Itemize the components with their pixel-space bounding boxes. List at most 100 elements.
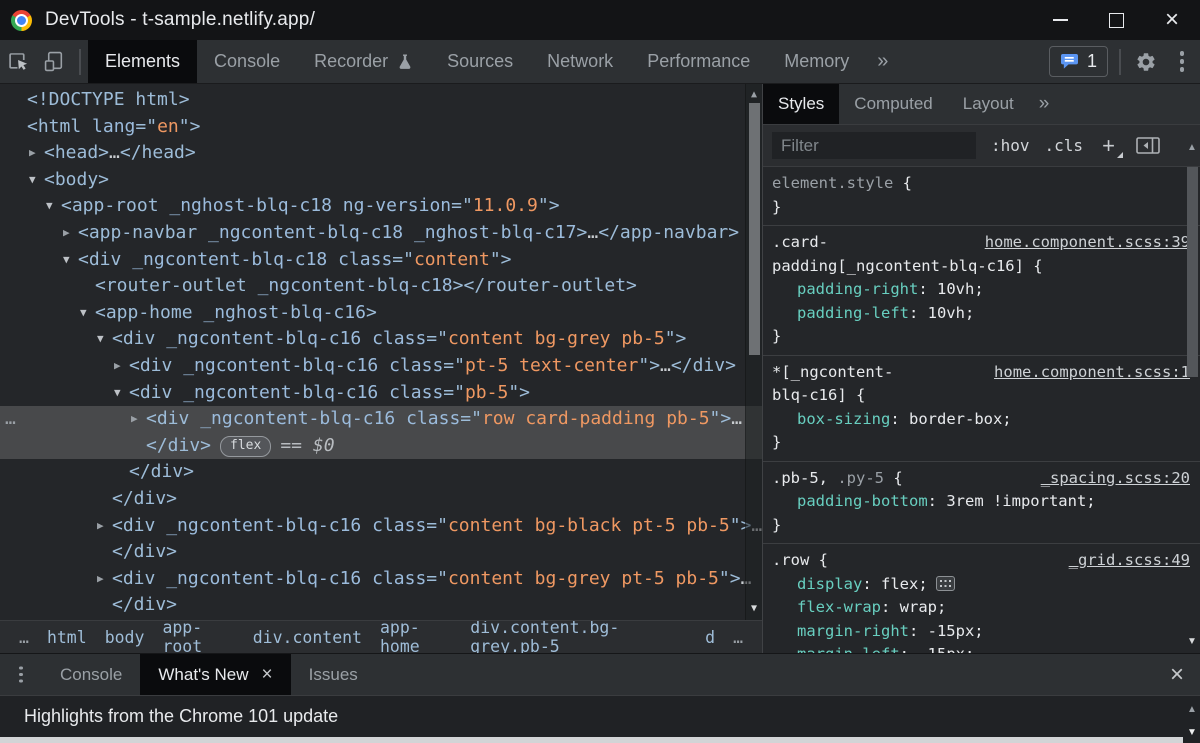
scroll-up-icon[interactable]: ▲ xyxy=(746,89,762,101)
style-rule[interactable]: element.style {} xyxy=(763,167,1200,226)
collapse-arrow-icon[interactable]: ▼ xyxy=(114,380,129,407)
toggle-device-toolbar-button[interactable] xyxy=(36,40,72,83)
close-drawer-button[interactable]: × xyxy=(1154,654,1200,695)
more-tabs-button[interactable]: » xyxy=(866,40,899,83)
close-tab-icon[interactable]: × xyxy=(262,665,273,684)
tab-network[interactable]: Network xyxy=(530,40,630,83)
breadcrumb-item-d[interactable]: d xyxy=(705,628,715,647)
tree-row[interactable]: ▶<div _ngcontent-blq-c16 class="content … xyxy=(0,566,762,593)
breadcrumb-item-app-home[interactable]: app-home xyxy=(380,620,452,653)
scroll-up-icon[interactable]: ▲ xyxy=(1184,142,1200,154)
style-rule[interactable]: .card-home.component.scss:39padding[_ngc… xyxy=(763,226,1200,356)
css-declaration[interactable]: display: flex; xyxy=(772,573,1190,597)
collapse-arrow-icon[interactable]: ▼ xyxy=(80,300,95,327)
collapse-arrow-icon[interactable]: ▼ xyxy=(63,247,78,274)
tree-row[interactable]: ▼<div _ngcontent-blq-c18 class="content"… xyxy=(0,247,762,274)
tree-row[interactable]: </div> xyxy=(0,592,762,619)
css-declaration[interactable]: padding-left: 10vh; xyxy=(772,302,1190,326)
tree-row[interactable]: ▼<div _ngcontent-blq-c16 class="pb-5"> xyxy=(0,380,762,407)
scrollbar-thumb[interactable] xyxy=(1187,167,1198,377)
tab-performance[interactable]: Performance xyxy=(630,40,767,83)
flex-badge[interactable]: flex xyxy=(220,436,271,457)
breadcrumb-item-html[interactable]: html xyxy=(47,628,87,647)
tree-row[interactable]: ▼<body> xyxy=(0,167,762,194)
tab-elements[interactable]: Elements xyxy=(88,40,197,83)
tab-memory[interactable]: Memory xyxy=(767,40,866,83)
stylesheet-link[interactable]: _spacing.scss:20 xyxy=(1041,467,1190,491)
tree-row[interactable]: ▶<head>…</head> xyxy=(0,140,762,167)
drawer-tab-console[interactable]: Console xyxy=(42,654,140,695)
drawer-tab-issues[interactable]: Issues xyxy=(291,654,376,695)
breadcrumb-overflow-left[interactable]: … xyxy=(19,628,29,647)
css-declaration[interactable]: margin-right: -15px; xyxy=(772,620,1190,644)
breadcrumb-item-div-content-bg-grey-pb-5[interactable]: div.content.bg-grey.pb-5 xyxy=(470,620,687,653)
drawer-tab-what-s-new[interactable]: What's New× xyxy=(140,654,290,695)
toggle-computed-sidebar-button[interactable] xyxy=(1136,137,1160,154)
tree-row[interactable]: <!DOCTYPE html> xyxy=(0,87,762,114)
collapse-arrow-icon[interactable]: ▼ xyxy=(97,326,112,353)
css-declaration[interactable]: box-sizing: border-box; xyxy=(772,408,1190,432)
tree-row[interactable]: ▶<div _ngcontent-blq-c16 class="pt-5 tex… xyxy=(0,353,762,380)
expand-arrow-icon[interactable]: ▶ xyxy=(97,513,112,540)
minimize-button[interactable] xyxy=(1032,0,1088,40)
tree-row[interactable]: <html lang="en"> xyxy=(0,114,762,141)
elements-scrollbar[interactable]: ▲ ▼ xyxy=(745,84,762,620)
scroll-down-icon[interactable]: ▼ xyxy=(1184,727,1200,739)
styles-scrollbar[interactable]: ▲ ▼ xyxy=(1184,125,1200,653)
css-declaration[interactable]: flex-wrap: wrap; xyxy=(772,596,1190,620)
tree-row[interactable]: ▼<app-home _nghost-blq-c16> xyxy=(0,300,762,327)
new-style-rule-button[interactable]: + xyxy=(1102,135,1115,157)
expand-arrow-icon[interactable]: ▶ xyxy=(114,353,129,380)
expand-arrow-icon[interactable]: ▶ xyxy=(131,406,146,433)
tree-row[interactable]: ▶<div _ngcontent-blq-c16 class="content … xyxy=(0,513,762,540)
css-declaration[interactable]: padding-bottom: 3rem !important; xyxy=(772,490,1190,514)
drawer-scrollbar[interactable]: ▲ ▼ xyxy=(1184,696,1200,743)
tree-row[interactable]: ▼<app-root _nghost-blq-c18 ng-version="1… xyxy=(0,193,762,220)
expand-arrow-icon[interactable]: ▶ xyxy=(63,220,78,247)
row-overflow-menu-icon[interactable]: … xyxy=(5,406,17,433)
style-rule[interactable]: .pb-5, .py-5 {_spacing.scss:20padding-bo… xyxy=(763,462,1200,545)
expand-arrow-icon[interactable]: ▶ xyxy=(97,566,112,593)
tab-layout[interactable]: Layout xyxy=(948,84,1029,124)
tab-sources[interactable]: Sources xyxy=(430,40,530,83)
tree-row[interactable]: </div> xyxy=(0,486,762,513)
stylesheet-link[interactable]: home.component.scss:1 xyxy=(994,361,1190,385)
tab-computed[interactable]: Computed xyxy=(839,84,947,124)
scroll-down-icon[interactable]: ▼ xyxy=(746,603,762,615)
breadcrumb-item-div-content[interactable]: div.content xyxy=(253,628,362,647)
scroll-down-icon[interactable]: ▼ xyxy=(1184,636,1200,648)
stylesheet-link[interactable]: _grid.scss:49 xyxy=(1069,549,1190,573)
issues-messages-button[interactable]: 1 xyxy=(1049,46,1108,77)
tree-row[interactable]: …▶<div _ngcontent-blq-c16 class="row car… xyxy=(0,406,762,433)
toggle-hover-state-button[interactable]: :hov xyxy=(991,136,1030,155)
breadcrumb-item-app-root[interactable]: app-root xyxy=(162,620,234,653)
scrollbar-thumb[interactable] xyxy=(749,103,760,355)
flex-editor-icon[interactable] xyxy=(936,576,955,591)
css-declaration[interactable]: padding-right: 10vh; xyxy=(772,278,1190,302)
styles-filter-input[interactable] xyxy=(772,132,976,159)
css-declaration[interactable]: margin-left: -15px; xyxy=(772,643,1190,653)
maximize-button[interactable] xyxy=(1088,0,1144,40)
collapse-arrow-icon[interactable]: ▼ xyxy=(46,193,61,220)
tree-row[interactable]: </div> xyxy=(0,539,762,566)
tab-recorder[interactable]: Recorder xyxy=(297,40,430,83)
tree-row[interactable]: </div> xyxy=(0,459,762,486)
expand-arrow-icon[interactable]: ▶ xyxy=(29,140,44,167)
tab-console[interactable]: Console xyxy=(197,40,297,83)
customize-devtools-button[interactable] xyxy=(1164,40,1200,83)
tree-row[interactable]: <router-outlet _ngcontent-blq-c18></rout… xyxy=(0,273,762,300)
stylesheet-link[interactable]: home.component.scss:39 xyxy=(985,231,1190,255)
inspect-element-button[interactable] xyxy=(0,40,36,83)
scroll-up-icon[interactable]: ▲ xyxy=(1184,704,1200,716)
style-rule[interactable]: .row {_grid.scss:49display: flex;flex-wr… xyxy=(763,544,1200,653)
collapse-arrow-icon[interactable]: ▼ xyxy=(29,167,44,194)
breadcrumb-overflow-right[interactable]: … xyxy=(733,628,743,647)
close-button[interactable]: × xyxy=(1144,0,1200,40)
more-sidebar-tabs-button[interactable]: » xyxy=(1029,84,1060,124)
tree-row[interactable]: ▶<app-navbar _ngcontent-blq-c18 _nghost-… xyxy=(0,220,762,247)
drawer-menu-button[interactable] xyxy=(0,654,42,695)
style-rule[interactable]: *[_ngcontent-home.component.scss:1blq-c1… xyxy=(763,356,1200,462)
breadcrumb-item-body[interactable]: body xyxy=(105,628,145,647)
tab-styles[interactable]: Styles xyxy=(763,84,839,124)
settings-button[interactable] xyxy=(1128,40,1164,83)
